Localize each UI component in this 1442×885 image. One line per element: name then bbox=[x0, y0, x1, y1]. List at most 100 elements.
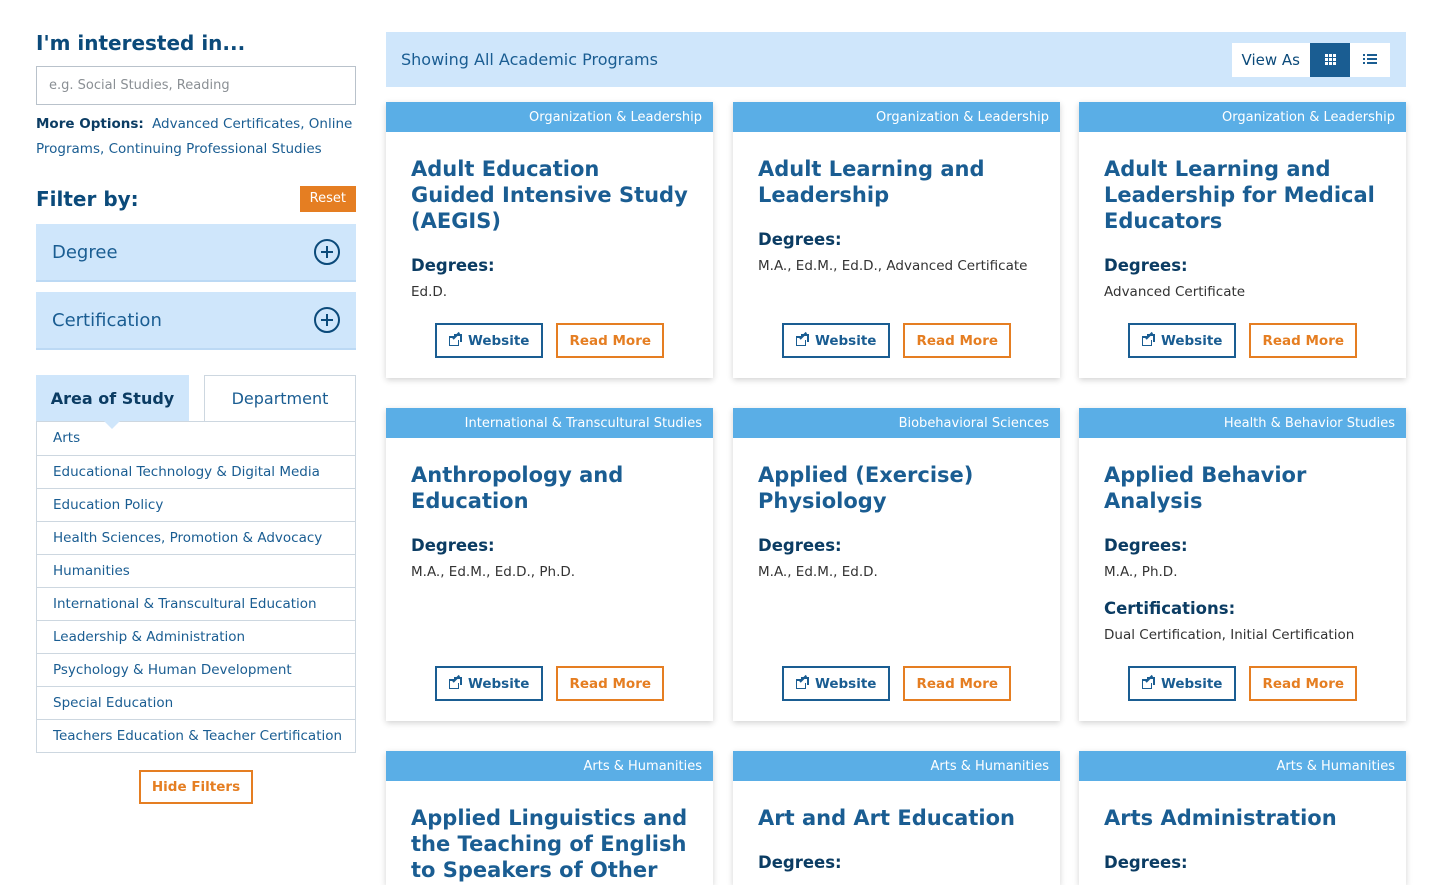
program-card: Organization & Leadership Adult Educatio… bbox=[386, 102, 713, 378]
degrees-heading: Degrees: bbox=[1104, 256, 1188, 275]
certifications-heading: Certifications: bbox=[1104, 599, 1236, 618]
card-actions: Website Read More bbox=[1079, 666, 1406, 701]
website-label: Website bbox=[1160, 675, 1223, 692]
more-options-label: More Options: bbox=[36, 116, 144, 132]
list-item[interactable]: International & Transcultural Education bbox=[37, 587, 355, 620]
card-actions: Website Read More bbox=[733, 666, 1060, 701]
program-card: Biobehavioral Sciences Applied (Exercise… bbox=[733, 408, 1060, 721]
website-label: Website bbox=[814, 332, 877, 349]
card-actions: Website Read More bbox=[386, 323, 713, 358]
website-button[interactable]: Website bbox=[1127, 666, 1237, 701]
list-item[interactable]: Psychology & Human Development bbox=[37, 653, 355, 686]
external-link-icon bbox=[795, 674, 809, 690]
card-title[interactable]: Arts Administration bbox=[1104, 805, 1381, 831]
certification-accordion-label: Certification bbox=[52, 309, 162, 331]
card-title[interactable]: Applied Behavior Analysis bbox=[1104, 462, 1381, 514]
degrees-heading: Degrees: bbox=[758, 853, 842, 872]
advanced-certificates-link[interactable]: Advanced Certificates bbox=[152, 116, 300, 132]
filter-tabs: Area of Study Department bbox=[36, 375, 356, 429]
program-card: Organization & Leadership Adult Learning… bbox=[1079, 102, 1406, 378]
interest-title: I'm interested in... bbox=[36, 31, 246, 55]
search-input[interactable] bbox=[36, 66, 356, 105]
list-item[interactable]: Education Policy bbox=[37, 488, 355, 521]
program-card: Health & Behavior Studies Applied Behavi… bbox=[1079, 408, 1406, 721]
card-category: Arts & Humanities bbox=[733, 751, 1060, 781]
program-card: Organization & Leadership Adult Learning… bbox=[733, 102, 1060, 378]
degrees-value: Advanced Certificate bbox=[1104, 284, 1246, 300]
website-button[interactable]: Website bbox=[434, 323, 544, 358]
card-category: Health & Behavior Studies bbox=[1079, 408, 1406, 438]
area-of-study-list: Arts Educational Technology & Digital Me… bbox=[36, 421, 356, 753]
continuing-professional-studies-link[interactable]: Continuing Professional Studies bbox=[109, 141, 322, 157]
degrees-heading: Degrees: bbox=[758, 536, 842, 555]
list-item[interactable]: Special Education bbox=[37, 686, 355, 719]
read-more-button[interactable]: Read More bbox=[1249, 323, 1358, 358]
external-link-icon bbox=[1141, 674, 1155, 690]
degrees-value: M.A., Ed.M., Ed.D. bbox=[758, 564, 878, 580]
website-button[interactable]: Website bbox=[781, 666, 891, 701]
degrees-heading: Degrees: bbox=[1104, 853, 1188, 872]
grid-view-button[interactable] bbox=[1310, 42, 1350, 77]
degree-accordion[interactable]: Degree bbox=[36, 224, 356, 282]
filter-header: Filter by: Reset bbox=[36, 184, 356, 214]
list-item[interactable]: Educational Technology & Digital Media bbox=[37, 455, 355, 488]
filter-sidebar: I'm interested in... More Options: Advan… bbox=[36, 30, 356, 804]
degrees-value: Ed.D. bbox=[411, 284, 448, 300]
grid-icon bbox=[1324, 54, 1336, 65]
card-category: Organization & Leadership bbox=[733, 102, 1060, 132]
external-link-icon bbox=[795, 331, 809, 347]
list-icon bbox=[1363, 54, 1377, 66]
card-actions: Website Read More bbox=[733, 323, 1060, 358]
card-category: International & Transcultural Studies bbox=[386, 408, 713, 438]
degrees-value: M.A., Ph.D. bbox=[1104, 564, 1178, 580]
certifications-value: Dual Certification, Initial Certificatio… bbox=[1104, 627, 1355, 643]
certification-accordion[interactable]: Certification bbox=[36, 292, 356, 350]
card-title[interactable]: Anthropology and Education bbox=[411, 462, 688, 514]
results-summary: Showing All Academic Programs bbox=[401, 50, 658, 69]
website-label: Website bbox=[814, 675, 877, 692]
program-card: Arts & Humanities Arts Administration De… bbox=[1079, 751, 1406, 885]
card-category: Arts & Humanities bbox=[1079, 751, 1406, 781]
reset-button[interactable]: Reset bbox=[299, 186, 356, 212]
card-actions: Website Read More bbox=[1079, 323, 1406, 358]
card-category: Organization & Leadership bbox=[386, 102, 713, 132]
tab-department[interactable]: Department bbox=[204, 375, 356, 421]
card-title[interactable]: Adult Learning and Leadership bbox=[758, 156, 1035, 208]
website-label: Website bbox=[467, 675, 530, 692]
list-item[interactable]: Humanities bbox=[37, 554, 355, 587]
degrees-heading: Degrees: bbox=[758, 230, 842, 249]
list-item[interactable]: Leadership & Administration bbox=[37, 620, 355, 653]
card-category: Biobehavioral Sciences bbox=[733, 408, 1060, 438]
filter-title: Filter by: bbox=[36, 187, 139, 211]
read-more-button[interactable]: Read More bbox=[903, 666, 1012, 701]
degree-accordion-label: Degree bbox=[52, 241, 118, 263]
website-button[interactable]: Website bbox=[781, 323, 891, 358]
list-item[interactable]: Arts bbox=[37, 422, 355, 455]
website-button[interactable]: Website bbox=[434, 666, 544, 701]
card-title[interactable]: Applied Linguistics and the Teaching of … bbox=[411, 805, 688, 883]
card-title[interactable]: Adult Education Guided Intensive Study (… bbox=[411, 156, 688, 234]
website-label: Website bbox=[1160, 332, 1223, 349]
list-item[interactable]: Teachers Education & Teacher Certificati… bbox=[37, 719, 355, 752]
program-card: Arts & Humanities Art and Art Education … bbox=[733, 751, 1060, 885]
card-title[interactable]: Art and Art Education bbox=[758, 805, 1035, 831]
degrees-heading: Degrees: bbox=[411, 536, 495, 555]
website-button[interactable]: Website bbox=[1127, 323, 1237, 358]
more-options: More Options: Advanced Certificates, Onl… bbox=[36, 116, 353, 157]
read-more-button[interactable]: Read More bbox=[556, 323, 665, 358]
read-more-button[interactable]: Read More bbox=[903, 323, 1012, 358]
external-link-icon bbox=[448, 331, 462, 347]
list-view-button[interactable] bbox=[1350, 43, 1390, 77]
card-title[interactable]: Applied (Exercise) Physiology bbox=[758, 462, 1035, 514]
tab-area-of-study[interactable]: Area of Study bbox=[36, 375, 189, 429]
degrees-heading: Degrees: bbox=[1104, 536, 1188, 555]
hide-filters-button[interactable]: Hide Filters bbox=[138, 770, 254, 804]
results-header: Showing All Academic Programs View As bbox=[386, 32, 1406, 87]
card-title[interactable]: Adult Learning and Leadership for Medica… bbox=[1104, 156, 1381, 234]
view-as-control: View As bbox=[1231, 42, 1390, 77]
list-item[interactable]: Health Sciences, Promotion & Advocacy bbox=[37, 521, 355, 554]
read-more-button[interactable]: Read More bbox=[1249, 666, 1358, 701]
plus-circle-icon bbox=[314, 239, 340, 265]
program-card: Arts & Humanities Applied Linguistics an… bbox=[386, 751, 713, 885]
read-more-button[interactable]: Read More bbox=[556, 666, 665, 701]
